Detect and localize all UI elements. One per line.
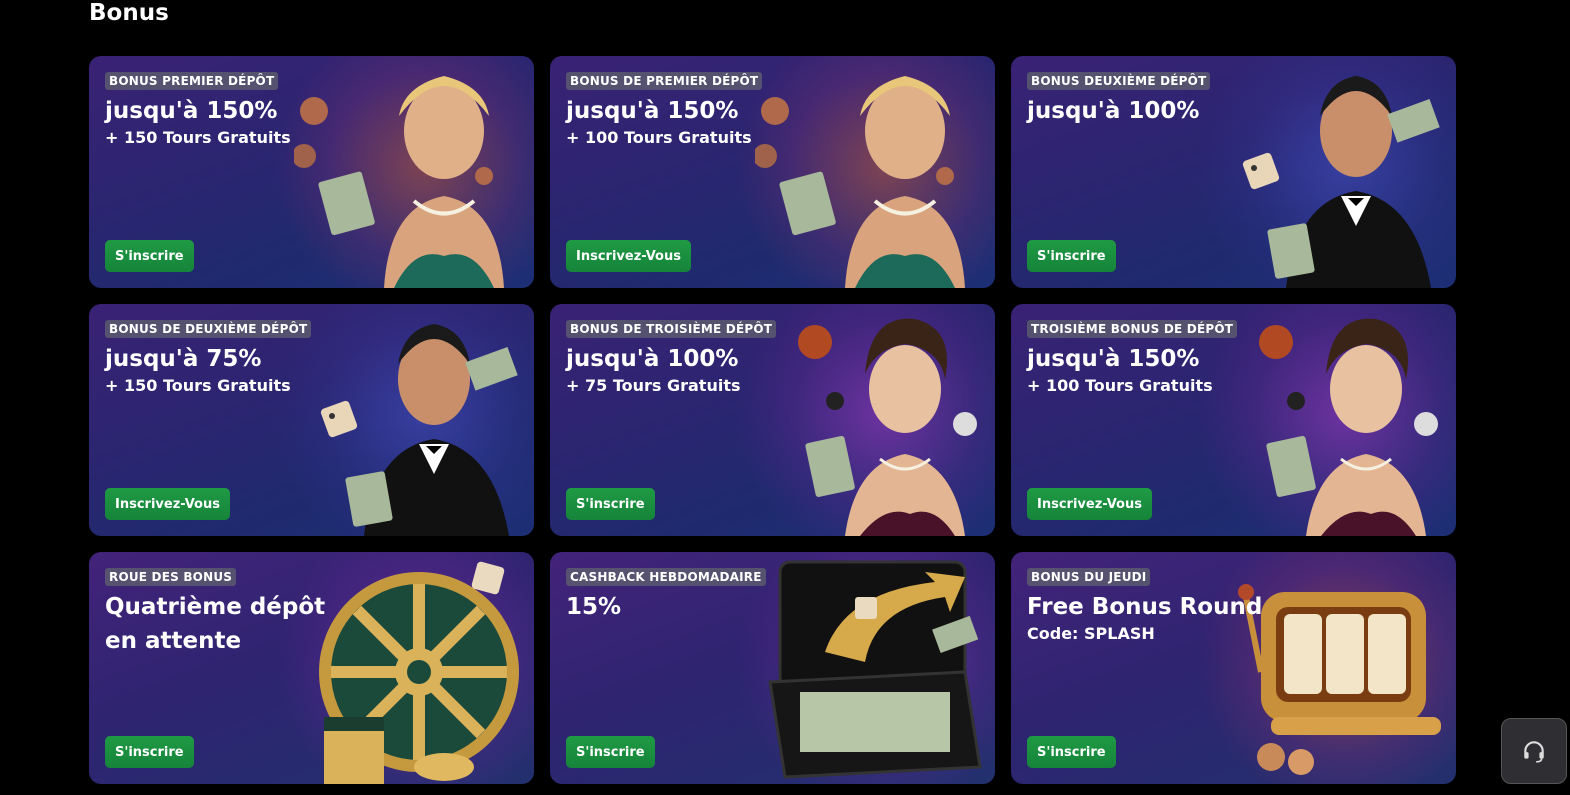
card-content: BONUS DE TROISIÈME DÉPÔT jusqu'à 100% + … xyxy=(566,320,795,396)
bonus-card[interactable]: BONUS DE PREMIER DÉPÔT jusqu'à 150% + 10… xyxy=(550,56,995,288)
bonus-subtitle: + 150 Tours Gratuits xyxy=(105,376,291,395)
bonus-subtitle: + 75 Tours Gratuits xyxy=(566,376,741,395)
bonus-headline: Free Bonus Round xyxy=(1027,594,1263,620)
bonus-card[interactable]: BONUS DEUXIÈME DÉPÔT jusqu'à 100% S'insc… xyxy=(1011,56,1456,288)
card-content: CASHBACK HEBDOMADAIRE 15% xyxy=(566,568,795,624)
bonus-badge: BONUS DEUXIÈME DÉPÔT xyxy=(1027,72,1211,90)
bonus-subtitle: Code: SPLASH xyxy=(1027,624,1155,643)
section-title: Bonus xyxy=(89,0,169,26)
support-chat-button[interactable] xyxy=(1501,718,1567,784)
bonus-subtitle: + 150 Tours Gratuits xyxy=(105,128,291,147)
bonus-headline: Quatrième dépôt en attente xyxy=(105,594,326,654)
bonus-badge: ROUE DES BONUS xyxy=(105,568,237,586)
bonus-subtitle: + 100 Tours Gratuits xyxy=(1027,376,1213,395)
bonus-badge: BONUS PREMIER DÉPÔT xyxy=(105,72,279,90)
signup-button[interactable]: Inscrivez-Vous xyxy=(105,488,230,520)
card-content: BONUS DEUXIÈME DÉPÔT jusqu'à 100% xyxy=(1027,72,1256,128)
signup-button[interactable]: Inscrivez-Vous xyxy=(566,240,691,272)
signup-button[interactable]: S'inscrire xyxy=(566,488,655,520)
bonus-card[interactable]: BONUS DE DEUXIÈME DÉPÔT jusqu'à 75% + 15… xyxy=(89,304,534,536)
card-content: ROUE DES BONUS Quatrième dépôt en attent… xyxy=(105,568,334,658)
bonus-headline: jusqu'à 150% xyxy=(105,98,278,124)
signup-button[interactable]: S'inscrire xyxy=(105,736,194,768)
bonus-subtitle: + 100 Tours Gratuits xyxy=(566,128,752,147)
signup-button[interactable]: S'inscrire xyxy=(1027,736,1116,768)
bonus-card[interactable]: TROISIÈME BONUS DE DÉPÔT jusqu'à 150% + … xyxy=(1011,304,1456,536)
signup-button[interactable]: S'inscrire xyxy=(566,736,655,768)
bonus-card[interactable]: ROUE DES BONUS Quatrième dépôt en attent… xyxy=(89,552,534,784)
bonus-badge: TROISIÈME BONUS DE DÉPÔT xyxy=(1027,320,1238,338)
signup-button[interactable]: Inscrivez-Vous xyxy=(1027,488,1152,520)
bonus-card[interactable]: CASHBACK HEBDOMADAIRE 15% S'inscrire xyxy=(550,552,995,784)
bonus-badge: BONUS DE DEUXIÈME DÉPÔT xyxy=(105,320,312,338)
bonus-headline: jusqu'à 150% xyxy=(1027,346,1200,372)
signup-button[interactable]: S'inscrire xyxy=(105,240,194,272)
headset-icon xyxy=(1524,741,1544,763)
signup-button[interactable]: S'inscrire xyxy=(1027,240,1116,272)
bonus-card[interactable]: BONUS DE TROISIÈME DÉPÔT jusqu'à 100% + … xyxy=(550,304,995,536)
bonus-grid: BONUS PREMIER DÉPÔT jusqu'à 150% + 150 T… xyxy=(89,56,1456,784)
bonus-headline: jusqu'à 100% xyxy=(1027,98,1200,124)
bonus-badge: CASHBACK HEBDOMADAIRE xyxy=(566,568,766,586)
bonus-headline: jusqu'à 150% xyxy=(566,98,739,124)
card-content: BONUS DU JEUDI Free Bonus Round Code: SP… xyxy=(1027,568,1263,644)
bonus-badge: BONUS DE PREMIER DÉPÔT xyxy=(566,72,763,90)
bonus-headline: jusqu'à 100% xyxy=(566,346,739,372)
card-content: TROISIÈME BONUS DE DÉPÔT jusqu'à 150% + … xyxy=(1027,320,1256,396)
card-content: BONUS PREMIER DÉPÔT jusqu'à 150% + 150 T… xyxy=(105,72,334,148)
bonus-badge: BONUS DE TROISIÈME DÉPÔT xyxy=(566,320,777,338)
bonus-headline: jusqu'à 75% xyxy=(105,346,262,372)
bonus-badge: BONUS DU JEUDI xyxy=(1027,568,1151,586)
card-content: BONUS DE PREMIER DÉPÔT jusqu'à 150% + 10… xyxy=(566,72,795,148)
bonus-card[interactable]: BONUS DU JEUDI Free Bonus Round Code: SP… xyxy=(1011,552,1456,784)
card-content: BONUS DE DEUXIÈME DÉPÔT jusqu'à 75% + 15… xyxy=(105,320,334,396)
bonus-headline: 15% xyxy=(566,594,622,620)
bonus-card[interactable]: BONUS PREMIER DÉPÔT jusqu'à 150% + 150 T… xyxy=(89,56,534,288)
